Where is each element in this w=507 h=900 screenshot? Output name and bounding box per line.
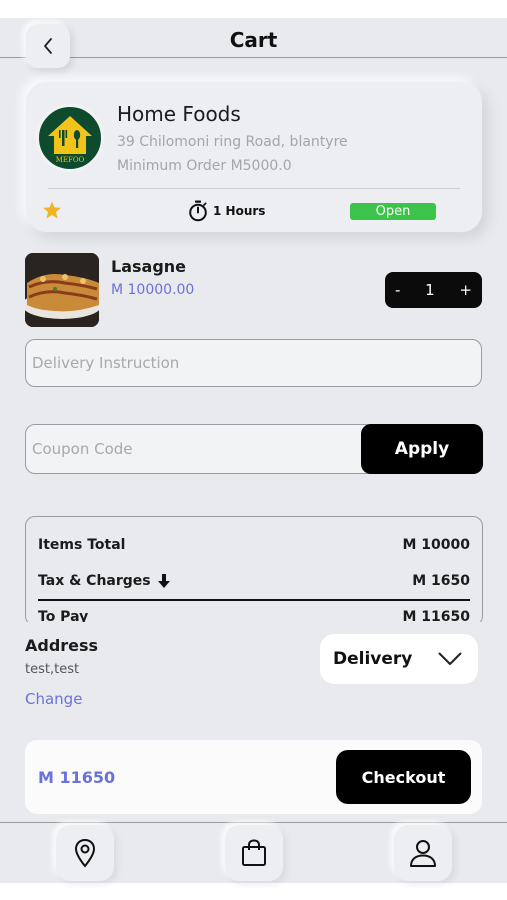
status-badge: Open xyxy=(350,203,436,220)
lasagne-image xyxy=(25,253,99,327)
item-price: M 10000.00 xyxy=(111,282,195,298)
stopwatch-icon xyxy=(189,200,207,222)
location-icon xyxy=(74,838,96,868)
items-total-label: Items Total xyxy=(38,537,126,553)
chevron-left-icon xyxy=(44,38,52,54)
restaurant-logo: MEFOO xyxy=(36,104,104,172)
nav-cart-button[interactable] xyxy=(225,825,283,881)
apply-coupon-button[interactable]: Apply xyxy=(361,424,483,474)
order-mode-dropdown[interactable]: Delivery xyxy=(320,634,478,684)
address-value: test,test xyxy=(25,662,80,677)
card-divider xyxy=(48,188,460,189)
minimum-order: Minimum Order M5000.0 xyxy=(117,158,292,174)
cart-screen: Cart MEFOO Home Foods 39 Chilomoni ring … xyxy=(0,18,507,883)
tax-value: M 1650 xyxy=(412,573,470,589)
tax-label: Tax & Charges xyxy=(38,573,151,589)
shopping-bag-icon xyxy=(242,839,266,866)
restaurant-card[interactable]: MEFOO Home Foods 39 Chilomoni ring Road,… xyxy=(26,82,482,232)
item-name: Lasagne xyxy=(111,257,187,276)
checkout-sheet: Address test,test Change Delivery M 1165… xyxy=(0,622,507,824)
address-title: Address xyxy=(25,636,99,655)
coupon-section: Apply xyxy=(25,424,483,474)
totals-divider xyxy=(38,599,470,601)
chevron-down-icon xyxy=(438,652,462,665)
order-mode-value: Delivery xyxy=(333,649,413,669)
arrow-down-icon[interactable] xyxy=(157,573,171,589)
quantity-stepper: - 1 + xyxy=(385,272,482,308)
svg-text:MEFOO: MEFOO xyxy=(56,156,85,164)
restaurant-address: 39 Chilomoni ring Road, blantyre xyxy=(117,134,348,150)
nav-location-button[interactable] xyxy=(56,825,114,881)
restaurant-name: Home Foods xyxy=(117,102,241,126)
profile-icon xyxy=(410,840,436,867)
delivery-time: 1 Hours xyxy=(188,200,265,222)
page-title: Cart xyxy=(229,28,278,52)
bottom-navigation xyxy=(0,822,507,883)
nav-profile-button[interactable] xyxy=(394,825,452,881)
bill-summary[interactable]: Items Total M 10000 Tax & Charges M 1650… xyxy=(25,516,483,626)
decrease-quantity-button[interactable]: - xyxy=(395,281,400,299)
header-divider xyxy=(0,57,507,58)
checkout-button[interactable]: Checkout xyxy=(336,750,471,804)
items-total-row: Items Total M 10000 xyxy=(38,537,470,553)
grand-total: M 11650 xyxy=(38,768,116,787)
delivery-time-text: 1 Hours xyxy=(213,204,266,218)
quantity-value: 1 xyxy=(425,281,435,299)
back-button[interactable] xyxy=(26,24,70,68)
star-icon xyxy=(42,200,62,224)
increase-quantity-button[interactable]: + xyxy=(459,281,472,299)
tax-row: Tax & Charges M 1650 xyxy=(38,573,470,589)
checkout-bar: M 11650 Checkout xyxy=(25,740,482,814)
delivery-instruction-input[interactable] xyxy=(25,339,482,387)
header: Cart xyxy=(0,18,507,68)
items-total-value: M 10000 xyxy=(402,537,470,553)
change-address-link[interactable]: Change xyxy=(25,690,82,708)
